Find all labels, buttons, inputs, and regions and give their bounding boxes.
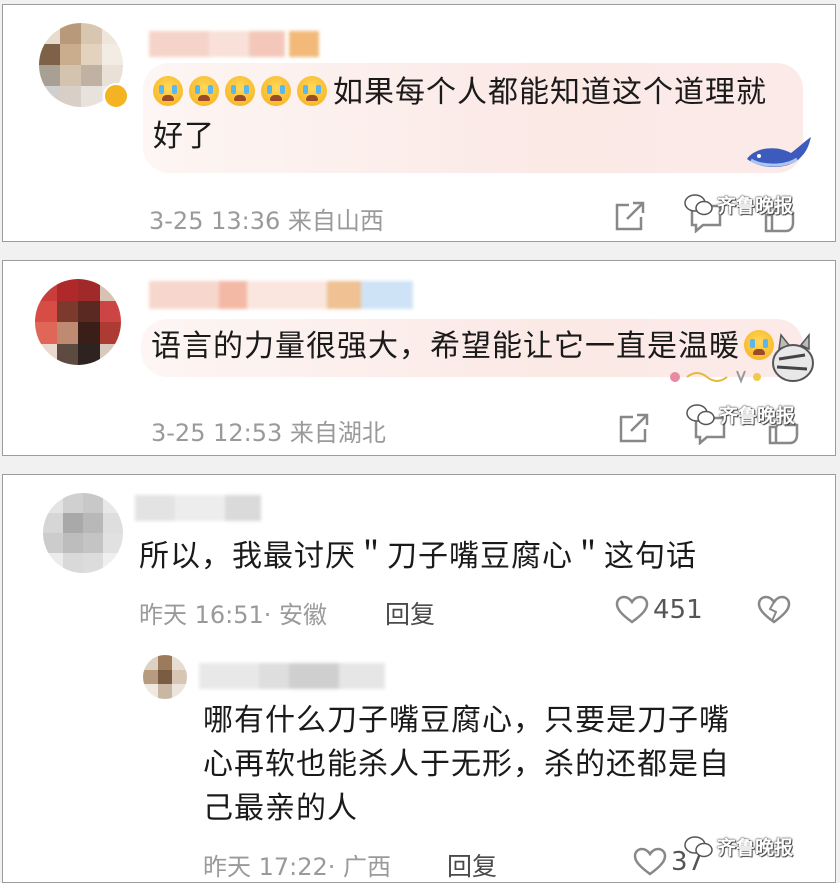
heart-icon[interactable] — [615, 595, 649, 625]
whale-sticker-icon — [747, 137, 811, 168]
like-count: 451 — [653, 595, 703, 625]
decoration-sticker-icon — [670, 370, 761, 384]
share-icon[interactable] — [613, 201, 647, 233]
wechat-icon — [684, 194, 713, 216]
crying-emoji-icon — [261, 76, 291, 106]
heart-icon[interactable] — [633, 847, 667, 877]
username-blurred — [149, 281, 413, 309]
reply-timestamp: 昨天 17:22· 广西 — [203, 853, 392, 881]
reply-button[interactable]: 回复 — [447, 847, 497, 882]
avatar[interactable] — [35, 279, 121, 365]
reply-button[interactable]: 回复 — [385, 595, 435, 631]
reply-text-line1: 哪有什么刀子嘴豆腐心，只要是刀子嘴 — [203, 703, 730, 738]
crying-emoji-icon — [297, 76, 327, 106]
crying-emoji-icon — [189, 76, 219, 106]
reply-username-blurred — [199, 663, 385, 689]
wechat-icon — [686, 404, 715, 426]
reply-text-line3: 己最亲的人 — [203, 791, 358, 826]
comment-timestamp: 昨天 16:51· 安徽 — [139, 601, 328, 629]
reply-text-line2: 心再软也能杀人于无形，杀的还都是自 — [203, 747, 730, 782]
share-icon[interactable] — [617, 413, 651, 445]
comment-text: 所以，我最讨厌＂刀子嘴豆腐心＂这句话 — [139, 539, 697, 574]
comment-card-2: 语言的力量很强大，希望能让它一直是温暖 3-25 12:53 来自湖北 齐鲁晚报 — [2, 260, 836, 456]
username-blurred — [135, 495, 261, 521]
broken-heart-icon[interactable] — [757, 595, 791, 625]
wechat-icon — [684, 836, 713, 858]
username-blurred — [149, 31, 325, 57]
watermark-text: 齐鲁晚报 — [719, 405, 796, 427]
verified-badge-icon — [103, 83, 129, 109]
comment-text-line1: 语言的力量很强大，希望能让它一直是温暖 — [151, 329, 740, 364]
comment-text: 如果每个人都能知道这个道理就 — [153, 71, 767, 115]
comment-text: 语言的力量很强大，希望能让它一直是温暖 — [151, 325, 780, 369]
watermark-text: 齐鲁晚报 — [717, 195, 794, 217]
cat-sticker-icon — [772, 332, 814, 382]
crying-emoji-icon — [225, 76, 255, 106]
reply-avatar[interactable] — [143, 655, 187, 699]
comment-text-line2: 好了 — [153, 119, 215, 154]
comment-card-3: 所以，我最讨厌＂刀子嘴豆腐心＂这句话 昨天 16:51· 安徽 回复 451 哪… — [2, 474, 836, 883]
avatar[interactable] — [43, 493, 123, 573]
crying-emoji-icon — [153, 76, 183, 106]
comment-text-line1: 如果每个人都能知道这个道理就 — [333, 75, 767, 110]
watermark-text: 齐鲁晚报 — [717, 837, 794, 859]
comment-timestamp: 3-25 12:53 来自湖北 — [151, 419, 386, 447]
comment-card-1: 如果每个人都能知道这个道理就 好了 3-25 13:36 来自山西 齐鲁晚报 — [2, 4, 836, 242]
comment-timestamp: 3-25 13:36 来自山西 — [149, 207, 384, 235]
